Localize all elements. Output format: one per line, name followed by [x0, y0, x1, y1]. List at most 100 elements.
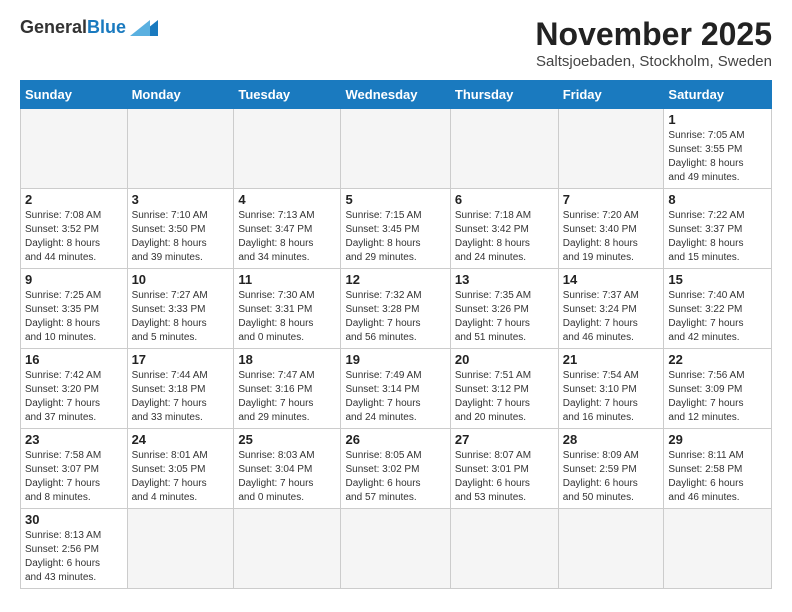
calendar-day-cell: 20 Sunrise: 7:51 AM Sunset: 3:12 PM Dayli…	[450, 349, 558, 429]
calendar-day-cell: 2 Sunrise: 7:08 AM Sunset: 3:52 PM Daylig…	[21, 189, 128, 269]
day-number: 18	[238, 352, 336, 367]
day-number: 4	[238, 192, 336, 207]
day-number: 8	[668, 192, 767, 207]
calendar-day-cell: 14Sunrise: 7:37 AM Sunset: 3:24 PM Dayli…	[558, 269, 664, 349]
calendar-week-row: 16 Sunrise: 7:42 AM Sunset: 3:20 PM Dayli…	[21, 349, 772, 429]
day-info: Sunrise: 7:18 AM Sunset: 3:42 PM Dayligh…	[455, 209, 554, 265]
calendar-day-cell: 3Sunrise: 7:10 AM Sunset: 3:50 PM Daylig…	[127, 189, 234, 269]
calendar-day-cell: 13Sunrise: 7:35 AM Sunset: 3:26 PM Dayli…	[450, 269, 558, 349]
day-info: Sunrise: 7:44 AM Sunset: 3:18 PM Dayligh…	[132, 369, 230, 425]
day-number: 17	[132, 352, 230, 367]
day-info: Sunrise: 7:49 AM Sunset: 3:14 PM Dayligh…	[345, 369, 445, 425]
logo-text-general: GeneralBlue	[20, 17, 126, 38]
day-info: Sunrise: 8:05 AM Sunset: 3:02 PM Dayligh…	[345, 449, 445, 505]
calendar-day-cell: 7 Sunrise: 7:20 AM Sunset: 3:40 PM Daylig…	[558, 189, 664, 269]
calendar-day-cell: 28Sunrise: 8:09 AM Sunset: 2:59 PM Dayli…	[558, 429, 664, 509]
day-of-week-header: Wednesday	[341, 81, 450, 109]
calendar-day-cell: 25Sunrise: 8:03 AM Sunset: 3:04 PM Dayli…	[234, 429, 341, 509]
day-info: Sunrise: 7:05 AM Sunset: 3:55 PM Dayligh…	[668, 129, 767, 185]
calendar-day-cell	[127, 509, 234, 589]
day-info: Sunrise: 7:13 AM Sunset: 3:47 PM Dayligh…	[238, 209, 336, 265]
day-number: 21	[563, 352, 660, 367]
calendar-day-cell	[341, 109, 450, 189]
day-info: Sunrise: 8:01 AM Sunset: 3:05 PM Dayligh…	[132, 449, 230, 505]
calendar-day-cell	[450, 109, 558, 189]
day-info: Sunrise: 7:08 AM Sunset: 3:52 PM Dayligh…	[25, 209, 123, 265]
day-of-week-header: Friday	[558, 81, 664, 109]
calendar-day-cell: 11Sunrise: 7:30 AM Sunset: 3:31 PM Dayli…	[234, 269, 341, 349]
calendar-day-cell: 24 Sunrise: 8:01 AM Sunset: 3:05 PM Dayli…	[127, 429, 234, 509]
calendar-day-cell: 10 Sunrise: 7:27 AM Sunset: 3:33 PM Dayli…	[127, 269, 234, 349]
calendar-day-cell	[234, 109, 341, 189]
calendar-day-cell: 29Sunrise: 8:11 AM Sunset: 2:58 PM Dayli…	[664, 429, 772, 509]
day-number: 7	[563, 192, 660, 207]
calendar-day-cell: 21 Sunrise: 7:54 AM Sunset: 3:10 PM Dayli…	[558, 349, 664, 429]
logo-icon	[130, 16, 162, 38]
calendar-day-cell: 30 Sunrise: 8:13 AM Sunset: 2:56 PM Dayli…	[21, 509, 128, 589]
day-info: Sunrise: 7:40 AM Sunset: 3:22 PM Dayligh…	[668, 289, 767, 345]
calendar-day-cell: 17 Sunrise: 7:44 AM Sunset: 3:18 PM Dayli…	[127, 349, 234, 429]
header: GeneralBlue November 2025 Saltsjoebaden,…	[20, 16, 772, 70]
calendar-day-cell: 9Sunrise: 7:25 AM Sunset: 3:35 PM Daylig…	[21, 269, 128, 349]
month-title: November 2025	[535, 16, 772, 53]
calendar-day-cell	[127, 109, 234, 189]
page: GeneralBlue November 2025 Saltsjoebaden,…	[0, 0, 792, 605]
day-info: Sunrise: 7:20 AM Sunset: 3:40 PM Dayligh…	[563, 209, 660, 265]
calendar: SundayMondayTuesdayWednesdayThursdayFrid…	[20, 80, 772, 589]
day-number: 28	[563, 432, 660, 447]
day-info: Sunrise: 7:54 AM Sunset: 3:10 PM Dayligh…	[563, 369, 660, 425]
calendar-day-cell: 5Sunrise: 7:15 AM Sunset: 3:45 PM Daylig…	[341, 189, 450, 269]
day-info: Sunrise: 7:15 AM Sunset: 3:45 PM Dayligh…	[345, 209, 445, 265]
calendar-day-cell: 16 Sunrise: 7:42 AM Sunset: 3:20 PM Dayli…	[21, 349, 128, 429]
day-number: 25	[238, 432, 336, 447]
day-info: Sunrise: 7:58 AM Sunset: 3:07 PM Dayligh…	[25, 449, 123, 505]
day-of-week-header: Monday	[127, 81, 234, 109]
day-info: Sunrise: 8:11 AM Sunset: 2:58 PM Dayligh…	[668, 449, 767, 505]
calendar-week-row: 23 Sunrise: 7:58 AM Sunset: 3:07 PM Dayli…	[21, 429, 772, 509]
day-info: Sunrise: 7:56 AM Sunset: 3:09 PM Dayligh…	[668, 369, 767, 425]
day-info: Sunrise: 7:42 AM Sunset: 3:20 PM Dayligh…	[25, 369, 123, 425]
location: Saltsjoebaden, Stockholm, Sweden	[535, 53, 772, 70]
calendar-day-cell: 23 Sunrise: 7:58 AM Sunset: 3:07 PM Dayli…	[21, 429, 128, 509]
calendar-day-cell	[558, 509, 664, 589]
day-number: 22	[668, 352, 767, 367]
day-info: Sunrise: 7:47 AM Sunset: 3:16 PM Dayligh…	[238, 369, 336, 425]
day-number: 24	[132, 432, 230, 447]
calendar-day-cell: 1 Sunrise: 7:05 AM Sunset: 3:55 PM Daylig…	[664, 109, 772, 189]
day-number: 23	[25, 432, 123, 447]
day-of-week-header: Tuesday	[234, 81, 341, 109]
day-number: 30	[25, 512, 123, 527]
day-number: 1	[668, 112, 767, 127]
day-info: Sunrise: 7:22 AM Sunset: 3:37 PM Dayligh…	[668, 209, 767, 265]
calendar-day-cell	[234, 509, 341, 589]
day-number: 11	[238, 272, 336, 287]
calendar-day-cell: 22 Sunrise: 7:56 AM Sunset: 3:09 PM Dayli…	[664, 349, 772, 429]
day-info: Sunrise: 7:51 AM Sunset: 3:12 PM Dayligh…	[455, 369, 554, 425]
day-number: 16	[25, 352, 123, 367]
day-info: Sunrise: 7:25 AM Sunset: 3:35 PM Dayligh…	[25, 289, 123, 345]
calendar-day-cell	[21, 109, 128, 189]
calendar-day-cell: 19Sunrise: 7:49 AM Sunset: 3:14 PM Dayli…	[341, 349, 450, 429]
calendar-week-row: 9Sunrise: 7:25 AM Sunset: 3:35 PM Daylig…	[21, 269, 772, 349]
calendar-week-row: 2 Sunrise: 7:08 AM Sunset: 3:52 PM Daylig…	[21, 189, 772, 269]
day-number: 26	[345, 432, 445, 447]
day-info: Sunrise: 7:10 AM Sunset: 3:50 PM Dayligh…	[132, 209, 230, 265]
title-block: November 2025 Saltsjoebaden, Stockholm, …	[535, 16, 772, 70]
calendar-day-cell: 27Sunrise: 8:07 AM Sunset: 3:01 PM Dayli…	[450, 429, 558, 509]
day-info: Sunrise: 7:27 AM Sunset: 3:33 PM Dayligh…	[132, 289, 230, 345]
calendar-day-cell	[341, 509, 450, 589]
day-number: 10	[132, 272, 230, 287]
day-number: 14	[563, 272, 660, 287]
calendar-day-cell: 8 Sunrise: 7:22 AM Sunset: 3:37 PM Daylig…	[664, 189, 772, 269]
day-info: Sunrise: 8:07 AM Sunset: 3:01 PM Dayligh…	[455, 449, 554, 505]
day-number: 20	[455, 352, 554, 367]
day-number: 6	[455, 192, 554, 207]
day-number: 15	[668, 272, 767, 287]
day-info: Sunrise: 7:35 AM Sunset: 3:26 PM Dayligh…	[455, 289, 554, 345]
day-number: 12	[345, 272, 445, 287]
day-info: Sunrise: 8:13 AM Sunset: 2:56 PM Dayligh…	[25, 529, 123, 585]
logo: GeneralBlue	[20, 16, 162, 38]
day-of-week-header: Thursday	[450, 81, 558, 109]
day-number: 2	[25, 192, 123, 207]
calendar-day-cell	[664, 509, 772, 589]
